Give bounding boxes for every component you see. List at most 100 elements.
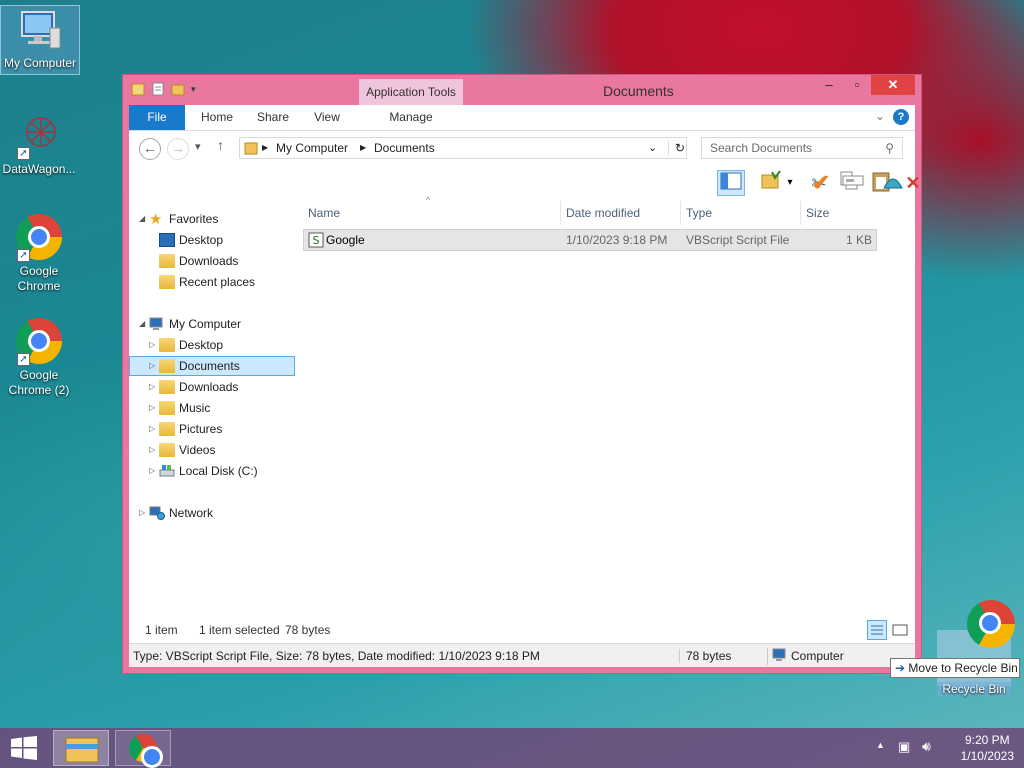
collapse-arrow-icon[interactable]: ▷ (149, 335, 155, 355)
column-header-name[interactable]: Name (303, 201, 561, 225)
up-arrow-icon[interactable]: ↑ (217, 137, 224, 153)
rename-icon[interactable] (839, 170, 867, 196)
tray-expand-icon[interactable]: ▲ (876, 740, 885, 750)
tab-home[interactable]: Home (195, 105, 239, 130)
close-button[interactable]: ✕ (871, 75, 915, 95)
maximize-button[interactable]: ▫ (843, 75, 871, 95)
large-icons-view-button[interactable] (891, 621, 909, 639)
minimize-button[interactable]: – (815, 75, 843, 95)
nav-favorites-desktop[interactable]: Desktop (129, 230, 295, 250)
nav-favorites-downloads[interactable]: Downloads (129, 251, 295, 271)
nav-network[interactable]: ▷ Network (129, 503, 295, 523)
nav-pc-local-disk[interactable]: ▷ Local Disk (C:) (129, 461, 295, 481)
collapse-arrow-icon[interactable]: ▷ (149, 356, 155, 376)
desktop-icon-label: My Computer (3, 56, 77, 70)
recycle-bin[interactable]: Recycle Bin (937, 600, 1015, 700)
breadcrumb-my-computer[interactable]: My Computer (276, 141, 348, 155)
collapse-arrow-icon[interactable]: ▷ (149, 398, 155, 418)
network-icon (149, 506, 165, 520)
shell-icon[interactable] (879, 170, 907, 196)
recent-locations-icon[interactable]: ▾ (195, 140, 201, 153)
address-bar[interactable]: ▶ My Computer ▶ Documents ⌄ ↻ (239, 137, 687, 159)
desktop-icon-label: Google Chrome (2) (8, 368, 70, 397)
tab-manage[interactable]: Manage (385, 105, 437, 130)
recycle-bin-label: Recycle Bin (937, 682, 1011, 696)
tab-file[interactable]: File (129, 105, 185, 130)
hard-drive-icon (159, 464, 175, 478)
nav-pc-desktop[interactable]: ▷ Desktop (129, 335, 295, 355)
folder-icon (159, 338, 175, 352)
expand-arrow-icon[interactable]: ◢ (139, 209, 145, 229)
nav-pc-videos[interactable]: ▷ Videos (129, 440, 295, 460)
title-bar[interactable]: ▾ Application Tools Documents – ▫ ✕ (123, 75, 921, 105)
nav-pc-downloads[interactable]: ▷ Downloads (129, 377, 295, 397)
expand-arrow-icon[interactable]: ◢ (139, 314, 145, 334)
move-arrow-icon: ➔ (895, 661, 906, 675)
desktop-icon (159, 233, 175, 247)
chrome-icon: ➚ (15, 214, 63, 262)
collapse-arrow-icon[interactable]: ▷ (139, 503, 145, 523)
shortcut-arrow-icon: ➚ (17, 147, 30, 160)
windows-start-button[interactable] (10, 736, 38, 760)
desktop-icon-google-chrome[interactable]: ➚ Google Chrome (0, 214, 78, 294)
column-header-type[interactable]: Type (681, 201, 801, 225)
collapse-arrow-icon[interactable]: ▷ (149, 461, 155, 481)
breadcrumb-separator-icon[interactable]: ▶ (262, 143, 268, 152)
volume-icon[interactable]: 🔊︎ (922, 738, 931, 755)
desktop-icon-google-chrome-2[interactable]: ➚ Google Chrome (2) (0, 318, 78, 398)
desktop-icon-label: DataWagon... (2, 162, 76, 176)
computer-icon (149, 317, 165, 331)
collapse-arrow-icon[interactable]: ▷ (149, 419, 155, 439)
downloads-icon (159, 254, 175, 268)
explorer-window[interactable]: ▾ Application Tools Documents – ▫ ✕ File… (122, 74, 922, 674)
search-input[interactable]: Search Documents ⚲ (701, 137, 903, 159)
desktop-icon-my-computer[interactable]: My Computer (0, 5, 80, 75)
nav-pc-music[interactable]: ▷ Music (129, 398, 295, 418)
collapse-arrow-icon[interactable]: ▷ (149, 377, 155, 397)
details-view-button[interactable] (867, 620, 887, 640)
taskbar-file-explorer[interactable] (53, 730, 109, 766)
nav-pc-documents[interactable]: ▷ Documents (129, 356, 295, 376)
check-icon[interactable]: ✔ (807, 170, 835, 196)
back-button[interactable]: ← (139, 138, 161, 160)
nav-pc-pictures[interactable]: ▷ Pictures (129, 419, 295, 439)
shortcut-arrow-icon: ➚ (17, 353, 30, 366)
nav-favorites[interactable]: ◢ ★ Favorites (129, 209, 295, 229)
details-size: 78 bytes (679, 649, 731, 663)
music-icon (159, 401, 175, 415)
dragged-chrome-icon (967, 600, 1015, 648)
refresh-icon[interactable]: ↻ (668, 141, 685, 155)
help-icon[interactable]: ? (893, 109, 909, 125)
nav-favorites-recent-places[interactable]: Recent places (129, 272, 295, 292)
folder-options-icon[interactable] (757, 170, 785, 196)
new-folder-icon[interactable] (171, 82, 185, 96)
collapse-arrow-icon[interactable]: ▷ (149, 440, 155, 460)
shortcut-arrow-icon: ➚ (17, 249, 30, 262)
desktop-icon-datawagon[interactable]: ➚ DataWagon... (0, 112, 78, 177)
search-placeholder: Search Documents (710, 141, 813, 155)
chevron-down-icon[interactable]: ▾ (783, 170, 797, 196)
downloads-icon (159, 380, 175, 394)
chevron-down-icon[interactable]: ⌄ (875, 109, 885, 123)
chrome-icon (129, 734, 163, 768)
preview-pane-button[interactable] (717, 170, 745, 196)
nav-my-computer[interactable]: ◢ My Computer (129, 314, 295, 334)
forward-button[interactable]: → (167, 138, 189, 160)
search-icon[interactable]: ⚲ (885, 141, 894, 155)
network-tray-icon[interactable]: ▣ (898, 739, 910, 755)
file-row[interactable]: S Google 1/10/2023 9:18 PM VBScript Scri… (303, 229, 877, 251)
tab-share[interactable]: Share (251, 105, 295, 130)
column-header-size[interactable]: Size (801, 201, 881, 225)
clock[interactable]: 9:20 PM 1/10/2023 (961, 732, 1014, 764)
address-dropdown-icon[interactable]: ⌄ (648, 141, 657, 154)
column-header-date-modified[interactable]: Date modified (561, 201, 681, 225)
new-page-icon[interactable] (151, 82, 165, 96)
window-title: Documents (603, 83, 674, 99)
tab-view[interactable]: View (307, 105, 347, 130)
status-bytes: 78 bytes (285, 623, 331, 637)
breadcrumb-documents[interactable]: Documents (374, 141, 435, 155)
taskbar-google-chrome[interactable] (115, 730, 171, 768)
chevron-down-icon[interactable]: ▾ (191, 82, 205, 96)
breadcrumb-separator-icon[interactable]: ▶ (360, 143, 366, 152)
folder-properties-icon[interactable] (131, 82, 145, 96)
